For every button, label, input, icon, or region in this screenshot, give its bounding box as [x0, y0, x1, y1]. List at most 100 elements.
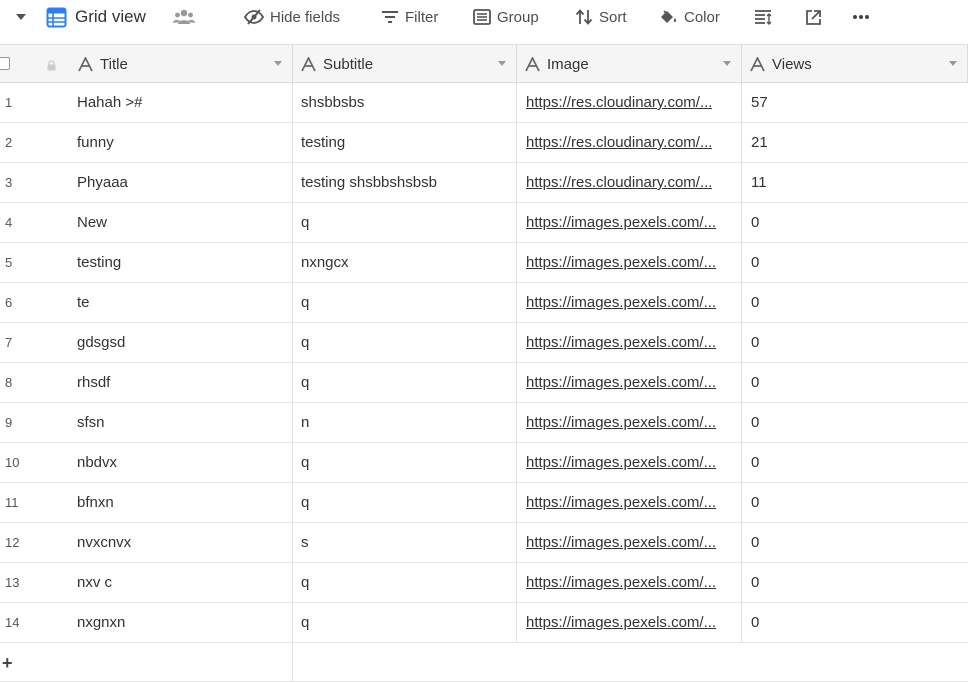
- group-button[interactable]: Group: [473, 0, 539, 34]
- cell-views[interactable]: 0: [742, 323, 968, 362]
- cell-views[interactable]: 11: [742, 163, 968, 202]
- cell-image[interactable]: https://images.pexels.com/...: [517, 283, 742, 322]
- select-all-checkbox[interactable]: [0, 57, 10, 70]
- cell-title[interactable]: testing: [70, 243, 293, 282]
- cell-subtitle[interactable]: testing shsbbshsbsb: [293, 163, 517, 202]
- view-menu-toggle[interactable]: [14, 0, 28, 34]
- cell-subtitle[interactable]: q: [293, 443, 517, 482]
- table-row[interactable]: 2 funny testing https://res.cloudinary.c…: [0, 123, 968, 163]
- collaborators-button[interactable]: [173, 0, 195, 34]
- more-options-button[interactable]: [852, 0, 870, 34]
- cell-views[interactable]: 0: [742, 283, 968, 322]
- grid-view-switcher[interactable]: Grid view: [46, 0, 146, 34]
- cell-views[interactable]: 0: [742, 443, 968, 482]
- image-url-link[interactable]: https://images.pexels.com/...: [526, 374, 716, 391]
- cell-image[interactable]: https://res.cloudinary.com/...: [517, 123, 742, 162]
- table-row[interactable]: 10 nbdvx q https://images.pexels.com/...…: [0, 443, 968, 483]
- cell-views[interactable]: 0: [742, 523, 968, 562]
- color-button[interactable]: Color: [659, 0, 720, 34]
- cell-image[interactable]: https://images.pexels.com/...: [517, 483, 742, 522]
- column-header-views[interactable]: Views: [742, 45, 968, 83]
- cell-subtitle[interactable]: q: [293, 563, 517, 602]
- image-url-link[interactable]: https://res.cloudinary.com/...: [526, 94, 712, 111]
- cell-image[interactable]: https://images.pexels.com/...: [517, 363, 742, 402]
- cell-subtitle[interactable]: q: [293, 363, 517, 402]
- cell-image[interactable]: https://images.pexels.com/...: [517, 243, 742, 282]
- share-view-button[interactable]: [805, 0, 822, 34]
- cell-views[interactable]: 0: [742, 483, 968, 522]
- cell-views[interactable]: 0: [742, 403, 968, 442]
- image-url-link[interactable]: https://images.pexels.com/...: [526, 534, 716, 551]
- table-row[interactable]: 6 te q https://images.pexels.com/... 0: [0, 283, 968, 323]
- cell-views[interactable]: 0: [742, 603, 968, 642]
- cell-title[interactable]: nxv c: [70, 563, 293, 602]
- cell-title[interactable]: sfsn: [70, 403, 293, 442]
- cell-title[interactable]: gdsgsd: [70, 323, 293, 362]
- filter-button[interactable]: Filter: [381, 0, 438, 34]
- cell-title[interactable]: te: [70, 283, 293, 322]
- cell-subtitle[interactable]: q: [293, 203, 517, 242]
- cell-subtitle[interactable]: testing: [293, 123, 517, 162]
- table-row[interactable]: 14 nxgnxn q https://images.pexels.com/..…: [0, 603, 968, 643]
- cell-title[interactable]: funny: [70, 123, 293, 162]
- cell-subtitle[interactable]: q: [293, 483, 517, 522]
- table-row[interactable]: 13 nxv c q https://images.pexels.com/...…: [0, 563, 968, 603]
- image-url-link[interactable]: https://images.pexels.com/...: [526, 574, 716, 591]
- image-url-link[interactable]: https://images.pexels.com/...: [526, 494, 716, 511]
- cell-views[interactable]: 0: [742, 243, 968, 282]
- image-url-link[interactable]: https://images.pexels.com/...: [526, 454, 716, 471]
- cell-subtitle[interactable]: q: [293, 603, 517, 642]
- table-row[interactable]: 9 sfsn n https://images.pexels.com/... 0: [0, 403, 968, 443]
- cell-views[interactable]: 0: [742, 363, 968, 402]
- cell-subtitle[interactable]: shsbbsbs: [293, 83, 517, 122]
- column-header-subtitle[interactable]: Subtitle: [293, 45, 517, 83]
- image-url-link[interactable]: https://res.cloudinary.com/...: [526, 174, 712, 191]
- image-url-link[interactable]: https://images.pexels.com/...: [526, 334, 716, 351]
- cell-title[interactable]: nbdvx: [70, 443, 293, 482]
- cell-image[interactable]: https://res.cloudinary.com/...: [517, 83, 742, 122]
- table-row[interactable]: 1 Hahah ># shsbbsbs https://res.cloudina…: [0, 83, 968, 123]
- table-row[interactable]: 12 nvxcnvx s https://images.pexels.com/.…: [0, 523, 968, 563]
- cell-views[interactable]: 21: [742, 123, 968, 162]
- image-url-link[interactable]: https://images.pexels.com/...: [526, 614, 716, 631]
- cell-subtitle[interactable]: nxngcx: [293, 243, 517, 282]
- sort-button[interactable]: Sort: [575, 0, 627, 34]
- cell-title[interactable]: rhsdf: [70, 363, 293, 402]
- table-row[interactable]: 4 New q https://images.pexels.com/... 0: [0, 203, 968, 243]
- table-row[interactable]: 8 rhsdf q https://images.pexels.com/... …: [0, 363, 968, 403]
- cell-views[interactable]: 57: [742, 83, 968, 122]
- cell-image[interactable]: https://images.pexels.com/...: [517, 323, 742, 362]
- column-header-title[interactable]: Title: [70, 45, 293, 83]
- hide-fields-button[interactable]: Hide fields: [244, 0, 340, 34]
- cell-image[interactable]: https://images.pexels.com/...: [517, 603, 742, 642]
- cell-views[interactable]: 0: [742, 563, 968, 602]
- cell-image[interactable]: https://images.pexels.com/...: [517, 563, 742, 602]
- cell-title[interactable]: New: [70, 203, 293, 242]
- cell-subtitle[interactable]: s: [293, 523, 517, 562]
- cell-subtitle[interactable]: q: [293, 323, 517, 362]
- table-row[interactable]: 5 testing nxngcx https://images.pexels.c…: [0, 243, 968, 283]
- caret-down-icon[interactable]: [723, 61, 731, 67]
- table-row[interactable]: 3 Phyaaa testing shsbbshsbsb https://res…: [0, 163, 968, 203]
- cell-subtitle[interactable]: q: [293, 283, 517, 322]
- cell-image[interactable]: https://res.cloudinary.com/...: [517, 163, 742, 202]
- cell-title[interactable]: nxgnxn: [70, 603, 293, 642]
- cell-image[interactable]: https://images.pexels.com/...: [517, 203, 742, 242]
- caret-down-icon[interactable]: [949, 61, 957, 67]
- cell-title[interactable]: Phyaaa: [70, 163, 293, 202]
- image-url-link[interactable]: https://images.pexels.com/...: [526, 254, 716, 271]
- cell-image[interactable]: https://images.pexels.com/...: [517, 523, 742, 562]
- cell-image[interactable]: https://images.pexels.com/...: [517, 443, 742, 482]
- cell-title[interactable]: bfnxn: [70, 483, 293, 522]
- row-height-button[interactable]: [754, 0, 772, 34]
- table-row[interactable]: 7 gdsgsd q https://images.pexels.com/...…: [0, 323, 968, 363]
- image-url-link[interactable]: https://images.pexels.com/...: [526, 294, 716, 311]
- cell-title[interactable]: nvxcnvx: [70, 523, 293, 562]
- caret-down-icon[interactable]: [498, 61, 506, 67]
- column-header-image[interactable]: Image: [517, 45, 742, 83]
- image-url-link[interactable]: https://res.cloudinary.com/...: [526, 134, 712, 151]
- cell-views[interactable]: 0: [742, 203, 968, 242]
- image-url-link[interactable]: https://images.pexels.com/...: [526, 214, 716, 231]
- cell-subtitle[interactable]: n: [293, 403, 517, 442]
- cell-title[interactable]: Hahah >#: [70, 83, 293, 122]
